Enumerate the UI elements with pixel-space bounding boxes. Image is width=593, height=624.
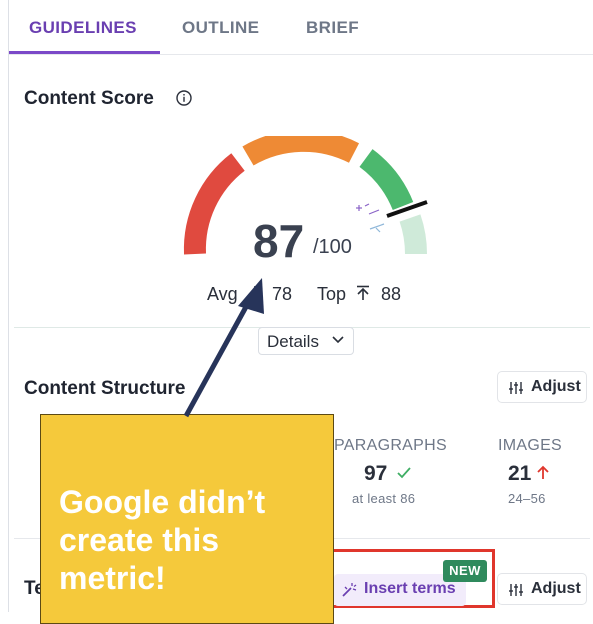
metric-value-images: 21 [508,462,532,485]
tab-bar: GUIDELINES OUTLINE BRIEF [9,0,593,55]
insert-terms-label: Insert terms [364,580,456,597]
avg-down-arrow-icon [250,286,260,300]
gauge-segment-light-green [399,214,428,255]
arrow-up-icon [537,465,549,479]
score-gauge [183,136,428,255]
avg-label: Avg [207,284,238,304]
content-score-title: Content Score [24,88,154,109]
tab-brief[interactable]: BRIEF [306,18,359,38]
top-up-arrow-icon [357,285,369,300]
annotation-callout: Google didn’t create this metric! [40,414,334,624]
new-badge: NEW [443,560,487,582]
sliders-icon [509,382,523,394]
tab-outline[interactable]: OUTLINE [182,18,259,38]
content-structure-adjust-button[interactable]: Adjust [497,371,587,403]
sliders-icon [509,584,523,596]
avg-value: 78 [272,284,293,304]
gauge-segment-green [359,149,414,211]
gauge-segment-red [183,153,245,255]
adjust-label: Adjust [531,378,581,395]
metric-sub-paragraphs: at least 86 [352,491,416,506]
active-tab-indicator [9,51,160,54]
metric-label-paragraphs: PARAGRAPHS [334,437,447,454]
tab-guidelines[interactable]: GUIDELINES [29,18,137,38]
terms-adjust-button[interactable]: Adjust [497,573,587,605]
content-structure-title: Content Structure [24,378,186,399]
top-value: 88 [381,284,402,304]
top-label: Top [317,284,347,304]
callout-text: Google didn’t create this metric! [59,484,266,596]
avg-top-markers-icon [356,203,385,233]
info-icon[interactable] [176,90,192,106]
metric-label-images: IMAGES [498,437,563,454]
metric-sub-images: 24–56 [508,491,546,506]
gauge-segment-orange [242,136,360,166]
adjust-label: Adjust [531,580,581,597]
score-value: 87 [253,215,305,267]
score-max: /100 [313,236,352,258]
metric-value-paragraphs: 97 [364,462,388,485]
magic-wand-icon [342,583,357,597]
chevron-down-icon [332,336,344,344]
details-button[interactable]: Details [258,327,354,355]
check-icon [397,467,411,479]
details-label: Details [267,332,319,351]
